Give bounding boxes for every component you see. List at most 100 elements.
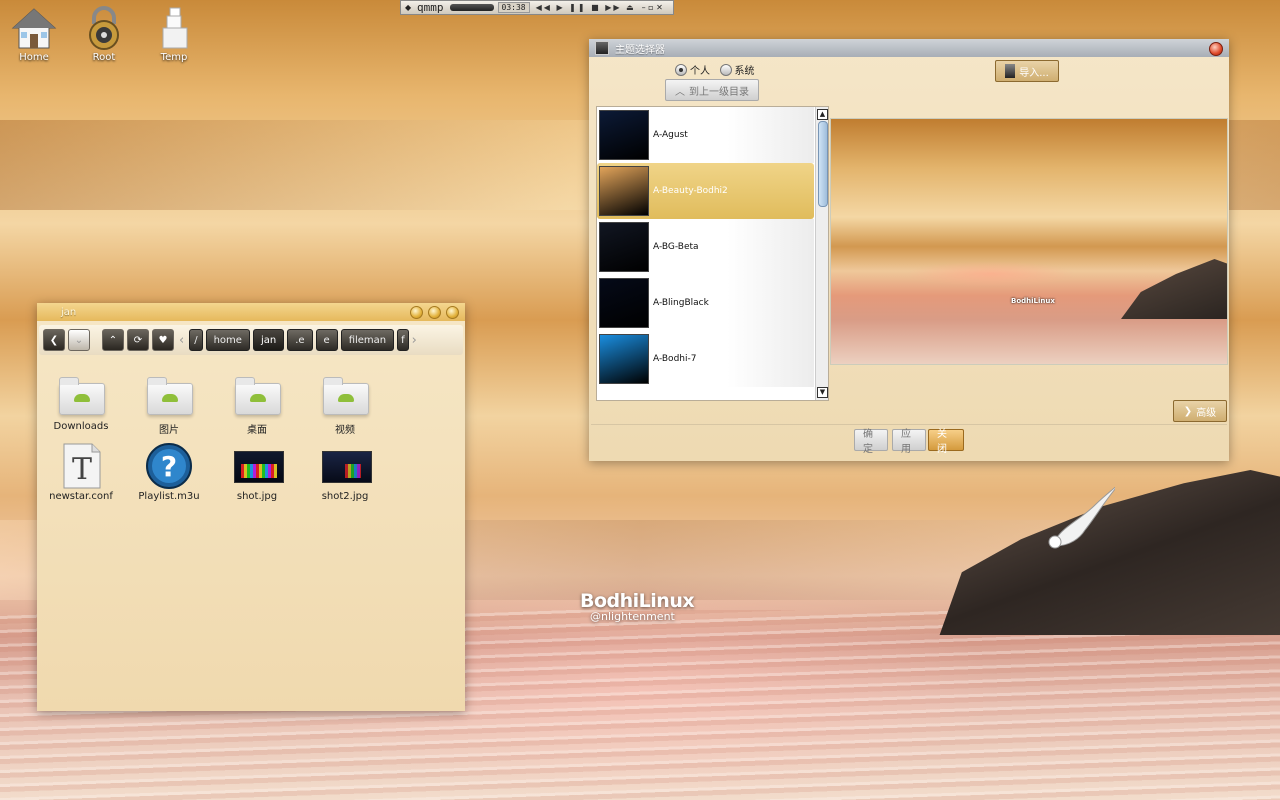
file-item-image[interactable]: shot.jpg	[213, 443, 301, 513]
ok-button[interactable]: 确定	[854, 429, 888, 455]
close-button[interactable]	[1209, 42, 1223, 56]
scrollbar-thumb[interactable]	[818, 121, 828, 207]
file-item-playlist[interactable]: ? Playlist.m3u	[125, 443, 213, 513]
file-item-label: shot2.jpg	[321, 491, 369, 502]
theme-list-item[interactable]: A-Beauty-Bodhi2	[597, 163, 814, 219]
image-thumbnail-icon	[320, 443, 372, 487]
file-item-label: Playlist.m3u	[138, 491, 200, 502]
scroll-up-icon[interactable]: ▲	[817, 109, 828, 120]
up-directory-button[interactable]: ︿ 到上一级目录	[665, 79, 759, 101]
desktop-icon-label: Temp	[160, 52, 188, 63]
window-title: jan	[61, 306, 77, 318]
close-button[interactable]	[446, 305, 459, 319]
up-button[interactable]: ⌃	[102, 329, 124, 351]
folder-icon	[144, 373, 194, 417]
folder-icon	[56, 373, 106, 417]
qmmp-playback-controls[interactable]: ◀◀ ▶ ❚❚ ■ ▶▶ ⏏	[536, 3, 636, 12]
theme-thumbnail	[599, 278, 649, 328]
theme-name: A-Beauty-Bodhi2	[653, 186, 728, 196]
svg-text:?: ?	[161, 450, 177, 483]
wallpaper-logo-title: BodhiLinux	[580, 590, 695, 612]
qmmp-player-bar[interactable]: ◆ qmmp 03:38 ◀◀ ▶ ❚❚ ■ ▶▶ ⏏ – ▫ ✕	[400, 0, 674, 15]
stacked-box-icon	[151, 6, 197, 50]
theme-thumbnail	[599, 334, 649, 384]
window-controls-icon[interactable]: – ▫ ✕	[642, 3, 663, 12]
qmmp-progress-bar[interactable]	[449, 4, 494, 11]
apply-button[interactable]: 应用	[892, 429, 926, 455]
house-icon	[11, 6, 57, 50]
breadcrumb-item[interactable]: fileman	[340, 329, 395, 351]
preview-rock	[1121, 259, 1227, 319]
theme-selector-window: 主题选择器 个人 系统 ︿ 到上一级目录 导入... A-Agust A-Beaut…	[589, 39, 1229, 461]
diamond-icon: ◆	[405, 3, 412, 12]
scroll-down-icon[interactable]: ▼	[817, 387, 828, 398]
radio-system[interactable]: 系统	[719, 62, 755, 77]
e-logo-icon: @	[590, 610, 601, 623]
favorites-button[interactable]: ♥	[152, 329, 174, 351]
folder-icon	[232, 373, 282, 417]
theme-thumbnail	[599, 222, 649, 272]
breadcrumb-scroll-left-icon[interactable]: ‹	[179, 333, 184, 348]
theme-thumbnail	[599, 110, 649, 160]
image-thumbnail-icon	[232, 443, 284, 487]
file-item-folder[interactable]: Downloads	[37, 373, 125, 443]
theme-name: A-BG-Beta	[653, 242, 699, 252]
file-manager-titlebar[interactable]: jan	[37, 303, 465, 321]
file-item-label: 桌面	[247, 425, 267, 436]
theme-thumbnail	[599, 166, 649, 216]
chevron-up-icon: ︿	[675, 86, 685, 98]
preview-logo: BodhiLinux	[1011, 297, 1055, 305]
minimize-button[interactable]	[410, 305, 423, 319]
file-item-folder[interactable]: 视频	[301, 373, 389, 443]
file-manager-window: jan ❮ ⌄ ⌃ ⟳ ♥ ‹ / home jan .e e fileman …	[37, 303, 465, 711]
file-item-folder[interactable]: 图片	[125, 373, 213, 443]
desktop-icon-home[interactable]: Home	[4, 6, 64, 63]
refresh-button[interactable]: ⟳	[127, 329, 149, 351]
file-item-label: newstar.conf	[49, 491, 113, 502]
breadcrumb-item[interactable]: .e	[287, 329, 313, 351]
desktop-icon-root[interactable]: Root	[74, 6, 134, 63]
seagull-illustration	[1048, 486, 1115, 549]
theme-list-item[interactable]: A-Agust	[597, 107, 814, 163]
close-dialog-button[interactable]: 关闭	[928, 429, 964, 455]
file-item-text[interactable]: T newstar.conf	[37, 443, 125, 513]
radio-personal[interactable]: 个人	[675, 62, 710, 77]
maximize-button[interactable]	[428, 305, 441, 319]
svg-text:T: T	[72, 452, 92, 487]
theme-selector-titlebar[interactable]: 主题选择器	[589, 39, 1229, 57]
theme-list-item[interactable]: A-BlingBlack	[597, 275, 814, 331]
file-grid: Downloads 图片 桌面 视频 T newstar.conf ? Play…	[37, 359, 465, 513]
file-item-label: 图片	[159, 425, 179, 436]
source-radio-group: 个人 系统	[675, 62, 761, 79]
breadcrumb-item[interactable]: e	[315, 329, 338, 351]
qmmp-time: 03:38	[497, 2, 530, 13]
breadcrumb-scroll-right-icon[interactable]: ›	[412, 333, 417, 348]
file-item-image[interactable]: shot2.jpg	[301, 443, 389, 513]
file-item-folder[interactable]: 桌面	[213, 373, 301, 443]
breadcrumb-item-truncated[interactable]: f	[397, 329, 409, 351]
window-title: 主题选择器	[615, 44, 665, 56]
theme-name: A-Bodhi-7	[653, 354, 697, 364]
theme-list-item[interactable]: A-BG-Beta	[597, 219, 814, 275]
theme-list-item[interactable]: A-Bodhi-7	[597, 331, 814, 387]
chevron-down-icon: ⌄	[74, 334, 84, 346]
breadcrumb-root[interactable]: /	[189, 329, 203, 351]
file-item-label: 视频	[335, 425, 355, 436]
radio-dot-icon	[675, 63, 687, 76]
desktop-icon-label: Home	[19, 52, 49, 63]
lock-icon	[81, 6, 127, 50]
breadcrumb-item[interactable]: jan	[252, 329, 285, 351]
theme-list-scrollbar[interactable]: ▲ ▼	[815, 107, 828, 400]
theme-name: A-BlingBlack	[653, 298, 709, 308]
theme-list: A-Agust A-Beauty-Bodhi2 A-BG-Beta A-BlingBl…	[596, 106, 829, 401]
app-icon	[595, 41, 609, 55]
text-document-icon: T	[56, 443, 106, 489]
advanced-button[interactable]: ❯ 高级	[1173, 400, 1227, 422]
refresh-icon: ⟳	[133, 334, 143, 346]
breadcrumb-item[interactable]: home	[205, 329, 250, 351]
desktop-icon-temp[interactable]: Temp	[144, 6, 204, 63]
chevron-right-icon: ❯	[1183, 405, 1193, 417]
import-button[interactable]: 导入...	[995, 60, 1059, 82]
forward-button[interactable]: ⌄	[68, 329, 90, 351]
back-button[interactable]: ❮	[43, 329, 65, 351]
